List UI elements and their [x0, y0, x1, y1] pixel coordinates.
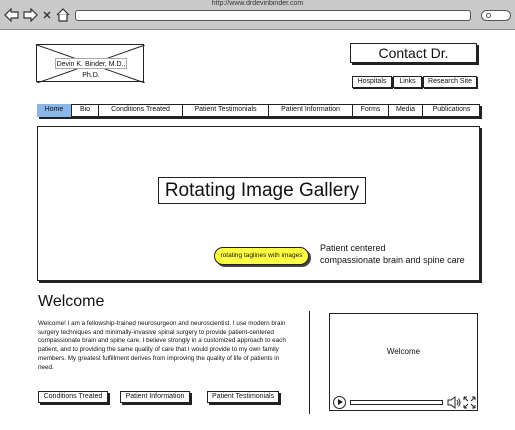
play-icon — [338, 399, 343, 405]
video-progress-bar[interactable] — [350, 400, 443, 405]
nav-media[interactable]: Media — [389, 104, 423, 117]
logo-text: Devin K. Binder, M.D., Ph.D. — [55, 58, 127, 79]
conditions-treated-button[interactable]: Conditions Treated — [38, 391, 108, 403]
home-icon[interactable] — [55, 8, 71, 22]
welcome-paragraph: Welcome! I am a fellowship-trained neuro… — [38, 320, 286, 371]
search-icon — [486, 13, 491, 18]
hospitals-link[interactable]: Hospitals — [352, 76, 392, 88]
volume-icon[interactable] — [447, 396, 461, 409]
fullscreen-icon[interactable] — [463, 396, 476, 409]
video-title: Welcome — [386, 347, 421, 356]
welcome-heading: Welcome — [38, 293, 105, 310]
links-link[interactable]: Links — [393, 76, 422, 88]
forward-arrow-icon[interactable] — [22, 7, 38, 23]
logo-placeholder[interactable]: Devin K. Binder, M.D., Ph.D. — [36, 44, 145, 83]
tagline-line-1: Patient centered — [320, 243, 386, 253]
nav-forms[interactable]: Forms — [353, 104, 389, 117]
close-icon[interactable] — [41, 8, 53, 22]
tagline-text: Patient centered compassionate brain and… — [320, 242, 480, 266]
nav-home[interactable]: Home — [37, 104, 72, 117]
nav-bio[interactable]: Bio — [72, 104, 99, 117]
research-site-link[interactable]: Research Site — [423, 76, 477, 88]
url-title: http://www.drdevinbinder.com — [211, 0, 304, 7]
tagline-line-2: compassionate brain and spine care — [320, 255, 465, 265]
nav-patient-information[interactable]: Patient Information — [269, 104, 353, 117]
nav-patient-testimonials[interactable]: Patient Testimonials — [183, 104, 269, 117]
nav-conditions-treated[interactable]: Conditions Treated — [99, 104, 183, 117]
gallery-label: Rotating Image Gallery — [158, 177, 366, 204]
patient-testimonials-button[interactable]: Patient Testimonials — [207, 391, 279, 403]
nav-publications[interactable]: Publications — [423, 104, 480, 117]
back-arrow-icon[interactable] — [4, 7, 20, 23]
section-divider — [309, 311, 310, 414]
rotating-tagline-button[interactable]: rotating taglines with images — [214, 247, 309, 265]
patient-information-button[interactable]: Patient Information — [120, 391, 190, 403]
address-bar[interactable] — [75, 10, 471, 21]
contact-button[interactable]: Contact Dr. — [350, 43, 477, 63]
